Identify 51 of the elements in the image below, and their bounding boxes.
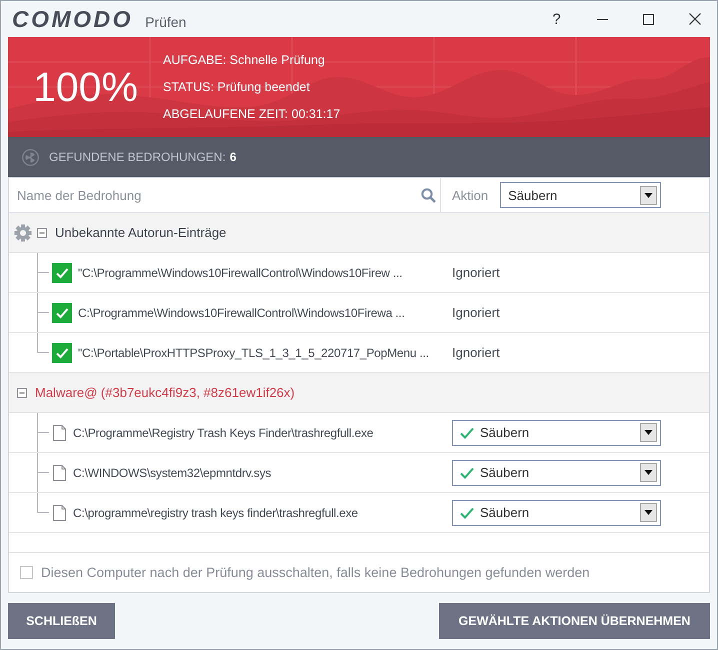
check-icon <box>460 506 474 518</box>
checkbox-label: Diesen Computer nach der Prüfung ausschalten, falls keine Bedrohungen gefunden werden <box>41 565 590 580</box>
close-icon[interactable] <box>688 13 700 25</box>
scan-detail: STATUS: Prüfung beendet <box>163 79 311 96</box>
progress-percent: 100% <box>32 63 139 111</box>
radiation-icon <box>22 148 39 166</box>
action-label: Aktion <box>452 188 488 202</box>
action-status: Ignoriert <box>452 345 500 360</box>
file-path: "C:\Portable\ProxHTTPSProxy_TLS_1_3_1_5_220717_PopMenu ... <box>78 346 429 360</box>
file-icon <box>53 504 66 520</box>
collapse-icon[interactable] <box>37 228 47 238</box>
group-title: Unbekannte Autorun-Einträge <box>55 225 226 240</box>
minimize-icon[interactable] <box>597 18 608 20</box>
scan-detail: ABGELAUFENE ZEIT: 00:31:17 <box>163 106 340 123</box>
checkbox[interactable] <box>52 302 72 322</box>
close-button[interactable]: SCHLIEßEN <box>8 603 115 639</box>
action-dropdown[interactable]: Säubern <box>452 500 661 526</box>
apply-button[interactable]: GEWÄHLTE AKTIONEN ÜBERNEHMEN <box>439 603 710 639</box>
check-icon <box>460 466 474 478</box>
logo: COMODO <box>12 6 134 32</box>
window-title: Prüfen <box>145 14 186 30</box>
caret-icon[interactable] <box>640 186 658 204</box>
caret-icon[interactable] <box>640 463 657 482</box>
action-dropdown[interactable]: Säubern <box>452 420 661 446</box>
threats-label: GEFUNDENE BEDROHUNGEN: <box>49 150 226 164</box>
file-path: C:\programme\registry trash keys finder\trashregfull.exe <box>73 506 358 520</box>
scan-detail: AUFGABE: Schnelle Prüfung <box>163 52 326 69</box>
file-icon <box>53 424 66 440</box>
action-dropdown[interactable]: Säubern <box>500 182 662 208</box>
checkbox[interactable] <box>52 262 72 282</box>
caret-icon[interactable] <box>640 423 657 442</box>
action-dropdown[interactable]: Säubern <box>452 460 661 486</box>
maximize-icon[interactable] <box>643 14 654 24</box>
caret-icon[interactable] <box>640 503 657 522</box>
file-icon <box>53 464 66 480</box>
checkbox[interactable] <box>52 342 72 362</box>
file-path: C:\Programme\Registry Trash Keys Finder\trashregfull.exe <box>73 426 374 440</box>
file-path: "C:\Programme\Windows10FirewallControl\Windows10Firew ... <box>78 266 402 280</box>
search-field[interactable]: Name der Bedrohung <box>17 185 421 205</box>
file-path: C:\Programme\Windows10FirewallControl\Windows10Firewa ... <box>78 306 405 320</box>
collapse-icon[interactable] <box>17 388 27 398</box>
check-icon <box>460 426 474 438</box>
search-icon[interactable] <box>421 188 436 202</box>
checkbox[interactable] <box>20 566 33 579</box>
group-title: Malware@ (#3b7eukc4fi9z3, #8z61ew1if26x) <box>35 385 295 400</box>
action-status: Ignoriert <box>452 265 500 280</box>
action-status: Ignoriert <box>452 305 500 320</box>
file-path: C:\WINDOWS\system32\epmntdrv.sys <box>73 466 272 480</box>
help-button[interactable]: ? <box>534 4 579 34</box>
gear-icon <box>14 224 32 242</box>
threats-count: 6 <box>230 150 236 164</box>
